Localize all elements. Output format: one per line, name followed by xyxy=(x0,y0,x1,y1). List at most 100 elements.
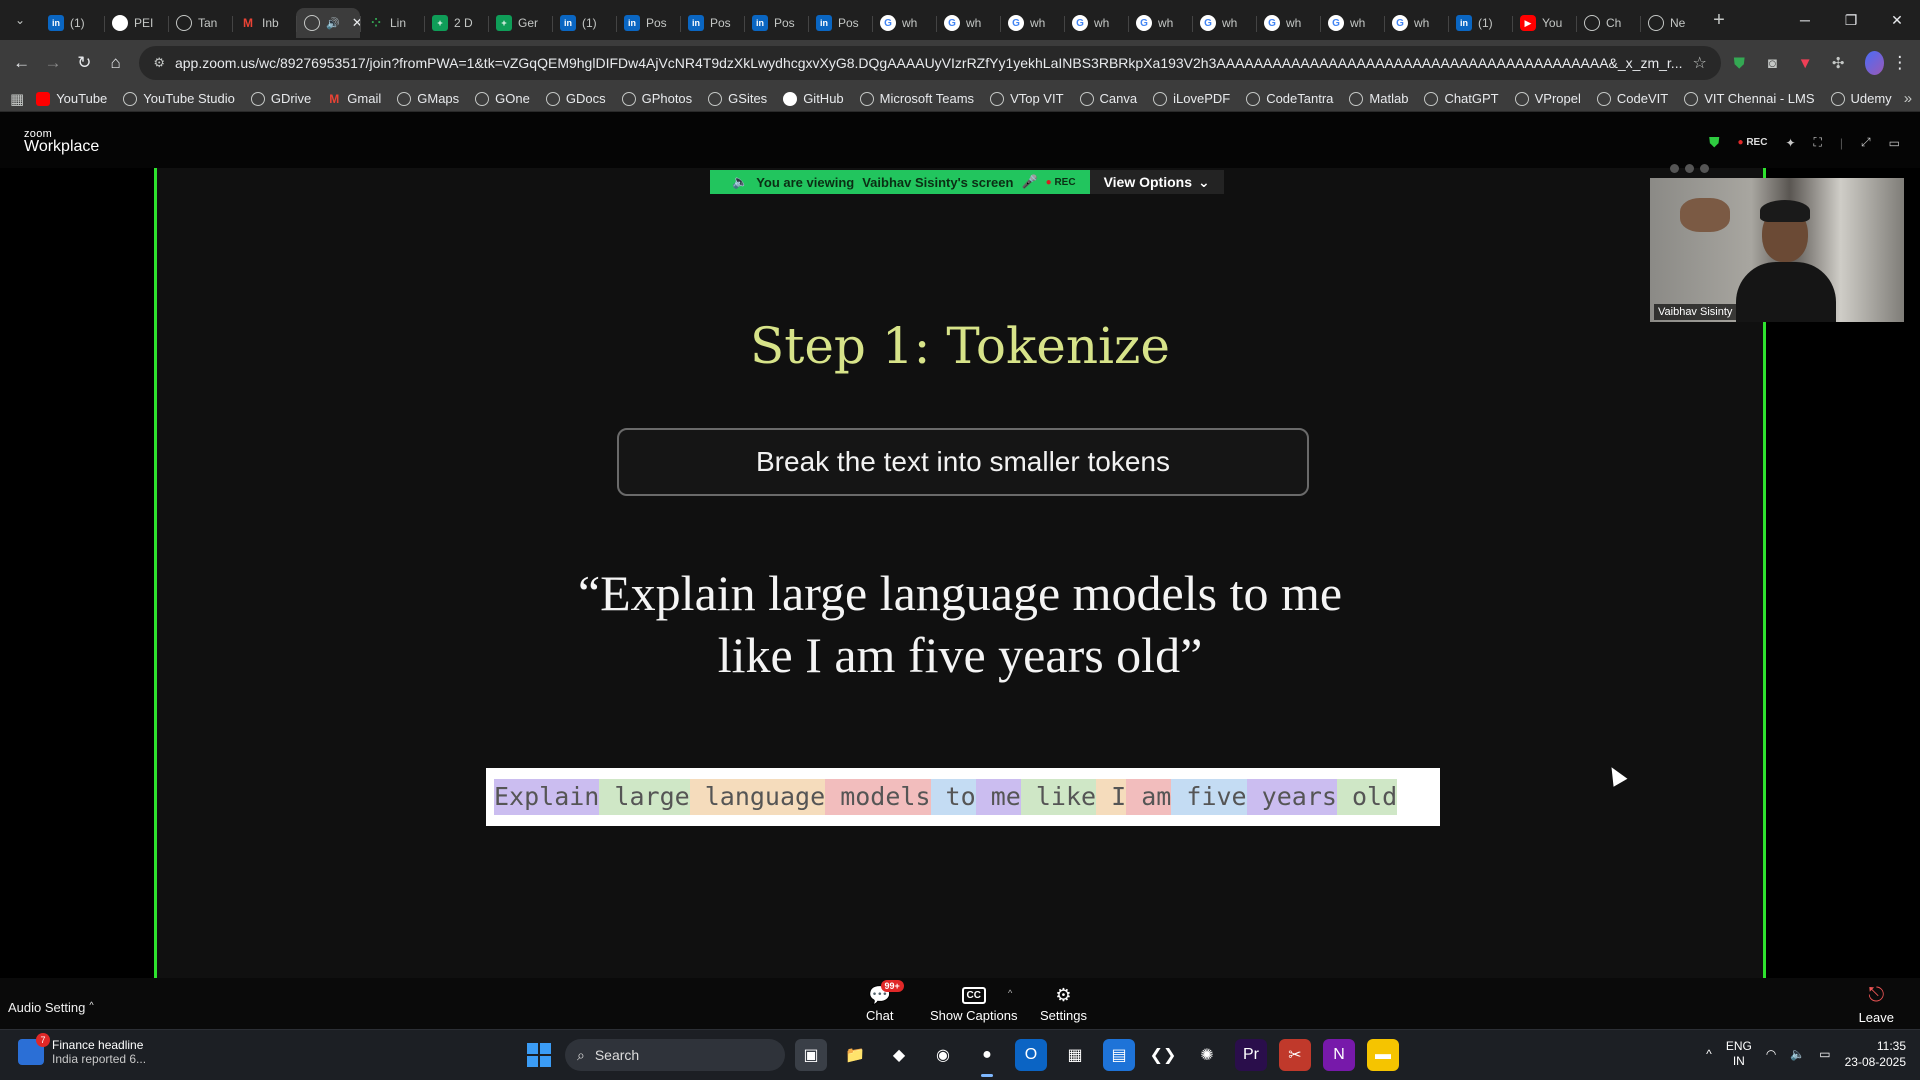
bookmark-item[interactable]: Udemy xyxy=(1825,87,1898,111)
bookmark-item[interactable]: M Gmail xyxy=(321,87,387,111)
view-options-button[interactable]: View Options ⌄ xyxy=(1089,170,1224,194)
captions-button[interactable]: CC Show Captions xyxy=(930,982,1017,1023)
browser-tab[interactable]: ⁘ Lin xyxy=(360,8,424,38)
leave-button[interactable]: ⎋ Leave xyxy=(1859,984,1894,1025)
tray-overflow-icon[interactable]: ^ xyxy=(1706,1047,1712,1061)
tab-search-chevron-icon[interactable]: ⌄ xyxy=(0,0,40,40)
expand-icon[interactable]: ⤢ xyxy=(1861,135,1871,150)
profile-avatar[interactable] xyxy=(1864,51,1884,75)
browser-tab[interactable]: Gwh xyxy=(1000,8,1064,38)
spark-icon[interactable]: ✦ xyxy=(1785,136,1795,150)
browser-tab[interactable]: in (1) xyxy=(1448,8,1512,38)
bookmark-item[interactable]: CodeVIT xyxy=(1591,87,1674,111)
browser-tab[interactable]: + Ger xyxy=(488,8,552,38)
view-layout-icon[interactable]: ▭ xyxy=(1889,136,1900,150)
browser-tab[interactable]: in Pos xyxy=(680,8,744,38)
bookmark-item[interactable]: Matlab xyxy=(1343,87,1414,111)
settings-button[interactable]: ⚙ Settings xyxy=(1040,982,1087,1024)
close-tab-icon[interactable]: ✕ xyxy=(352,15,360,31)
site-info-icon[interactable]: ⚙ xyxy=(153,55,165,71)
address-bar[interactable]: ⚙ app.zoom.us/wc/89276953517/join?fromPW… xyxy=(139,46,1721,80)
apps-grid-icon[interactable]: ▦ xyxy=(10,90,24,108)
browser-tab[interactable]: 🔊 ✕ xyxy=(296,8,360,38)
caret-up-icon[interactable]: ^ xyxy=(89,1000,93,1010)
fullscreen-share-icon[interactable]: ⛶ xyxy=(1814,135,1822,150)
windows-start-icon[interactable] xyxy=(527,1043,551,1067)
tile-controls[interactable] xyxy=(1670,164,1709,173)
browser-tab[interactable]: in (1) xyxy=(552,8,616,38)
extensions-puzzle-icon[interactable]: ✣ xyxy=(1824,46,1853,80)
outlook-icon[interactable]: O xyxy=(1015,1039,1047,1071)
browser-tab[interactable]: Gwh xyxy=(936,8,1000,38)
restore-icon[interactable]: ❐ xyxy=(1828,0,1874,40)
news-widget[interactable]: 7 Finance headline India reported 6... xyxy=(18,1033,146,1066)
bookmark-item[interactable]: CodeTantra xyxy=(1240,87,1339,111)
taskbar-search[interactable]: ⌕ Search xyxy=(565,1039,785,1071)
url-text[interactable]: app.zoom.us/wc/89276953517/join?fromPWA=… xyxy=(175,55,1683,71)
pocket-extension-icon[interactable]: ▼ xyxy=(1791,46,1820,80)
app-icon[interactable]: ▤ xyxy=(1103,1039,1135,1071)
bookmark-item[interactable]: VPropel xyxy=(1509,87,1587,111)
security-shield-icon[interactable]: ⛊ xyxy=(1709,134,1720,151)
browser-tab[interactable]: Gwh xyxy=(1192,8,1256,38)
bookmark-item[interactable]: VIT Chennai - LMS xyxy=(1678,87,1820,111)
wifi-icon[interactable]: ◠ xyxy=(1766,1047,1776,1061)
browser-tab[interactable]: Gwh xyxy=(1320,8,1384,38)
browser-tab[interactable]: PEI xyxy=(104,8,168,38)
captions-caret-icon[interactable]: ^ xyxy=(1008,988,1012,998)
browser-tab[interactable]: in Pos xyxy=(616,8,680,38)
participant-tile[interactable]: Vaibhav Sisinty xyxy=(1648,164,1908,346)
bookmark-item[interactable]: iLovePDF xyxy=(1147,87,1236,111)
copilot-icon[interactable]: ◆ xyxy=(883,1039,915,1071)
bookmark-item[interactable]: VTop VIT xyxy=(984,87,1069,111)
browser-tab[interactable]: Gwh xyxy=(1256,8,1320,38)
reload-button[interactable]: ↻ xyxy=(71,46,98,80)
language-indicator[interactable]: ENG IN xyxy=(1726,1039,1752,1069)
bookmark-item[interactable]: YouTube Studio xyxy=(117,87,241,111)
browser-tab[interactable]: ▶ You xyxy=(1512,8,1576,38)
back-button[interactable]: ← xyxy=(8,46,35,80)
bookmark-star-icon[interactable]: ☆ xyxy=(1692,53,1706,73)
bookmark-item[interactable]: ChatGPT xyxy=(1418,87,1504,111)
browser-tab[interactable]: in Pos xyxy=(744,8,808,38)
speaker-icon[interactable]: 🔊 xyxy=(326,17,340,30)
audio-setting-button[interactable]: Audio Setting ^ xyxy=(8,1000,94,1015)
browser-tab[interactable]: Tan xyxy=(168,8,232,38)
bookmark-item[interactable]: GPhotos xyxy=(616,87,699,111)
bookmark-item[interactable]: GDocs xyxy=(540,87,612,111)
browser-tab[interactable]: Ch xyxy=(1576,8,1640,38)
bookmark-item[interactable]: Microsoft Teams xyxy=(854,87,980,111)
chatgpt-icon[interactable]: ✺ xyxy=(1191,1039,1223,1071)
file-explorer-icon[interactable]: 📁 xyxy=(839,1039,871,1071)
volume-icon[interactable]: 🔈 xyxy=(1790,1047,1805,1061)
bookmark-item[interactable]: GSites xyxy=(702,87,773,111)
browser-tab[interactable]: Gwh xyxy=(1128,8,1192,38)
browser-tab[interactable]: in Pos xyxy=(808,8,872,38)
browser-tab[interactable]: Ne xyxy=(1640,8,1704,38)
bookmarks-overflow-icon[interactable]: » xyxy=(1904,90,1912,107)
premiere-icon[interactable]: Pr xyxy=(1235,1039,1267,1071)
edge-icon[interactable]: ◉ xyxy=(927,1039,959,1071)
task-view-icon[interactable]: ▣ xyxy=(795,1039,827,1071)
vscode-icon[interactable]: ❮❯ xyxy=(1147,1039,1179,1071)
sticky-notes-icon[interactable]: ▬ xyxy=(1367,1039,1399,1071)
bookmark-item[interactable]: GitHub xyxy=(777,87,849,111)
new-tab-button[interactable]: + xyxy=(1704,5,1734,35)
bookmark-item[interactable]: Canva xyxy=(1074,87,1144,111)
battery-icon[interactable]: ▭ xyxy=(1819,1047,1830,1061)
clock[interactable]: 11:35 23-08-2025 xyxy=(1845,1038,1906,1070)
bookmark-item[interactable]: GOne xyxy=(469,87,536,111)
bookmark-item[interactable]: GMaps xyxy=(391,87,465,111)
bookmark-item[interactable]: GDrive xyxy=(245,87,317,111)
close-window-icon[interactable]: ✕ xyxy=(1874,0,1920,40)
chat-button[interactable]: 💬 99+ Chat xyxy=(866,980,904,1023)
adblock-shield-icon[interactable]: ⛊ xyxy=(1725,46,1754,80)
bookmark-item[interactable]: YouTube xyxy=(30,87,113,111)
chrome-icon[interactable]: ● xyxy=(971,1039,1003,1077)
minimize-icon[interactable]: ─ xyxy=(1782,0,1828,40)
browser-tab[interactable]: Gwh xyxy=(1064,8,1128,38)
snipping-icon[interactable]: ✂ xyxy=(1279,1039,1311,1071)
onenote-icon[interactable]: N xyxy=(1323,1039,1355,1071)
screenshot-extension-icon[interactable]: ◙ xyxy=(1758,46,1787,80)
browser-tab[interactable]: +2 D xyxy=(424,8,488,38)
